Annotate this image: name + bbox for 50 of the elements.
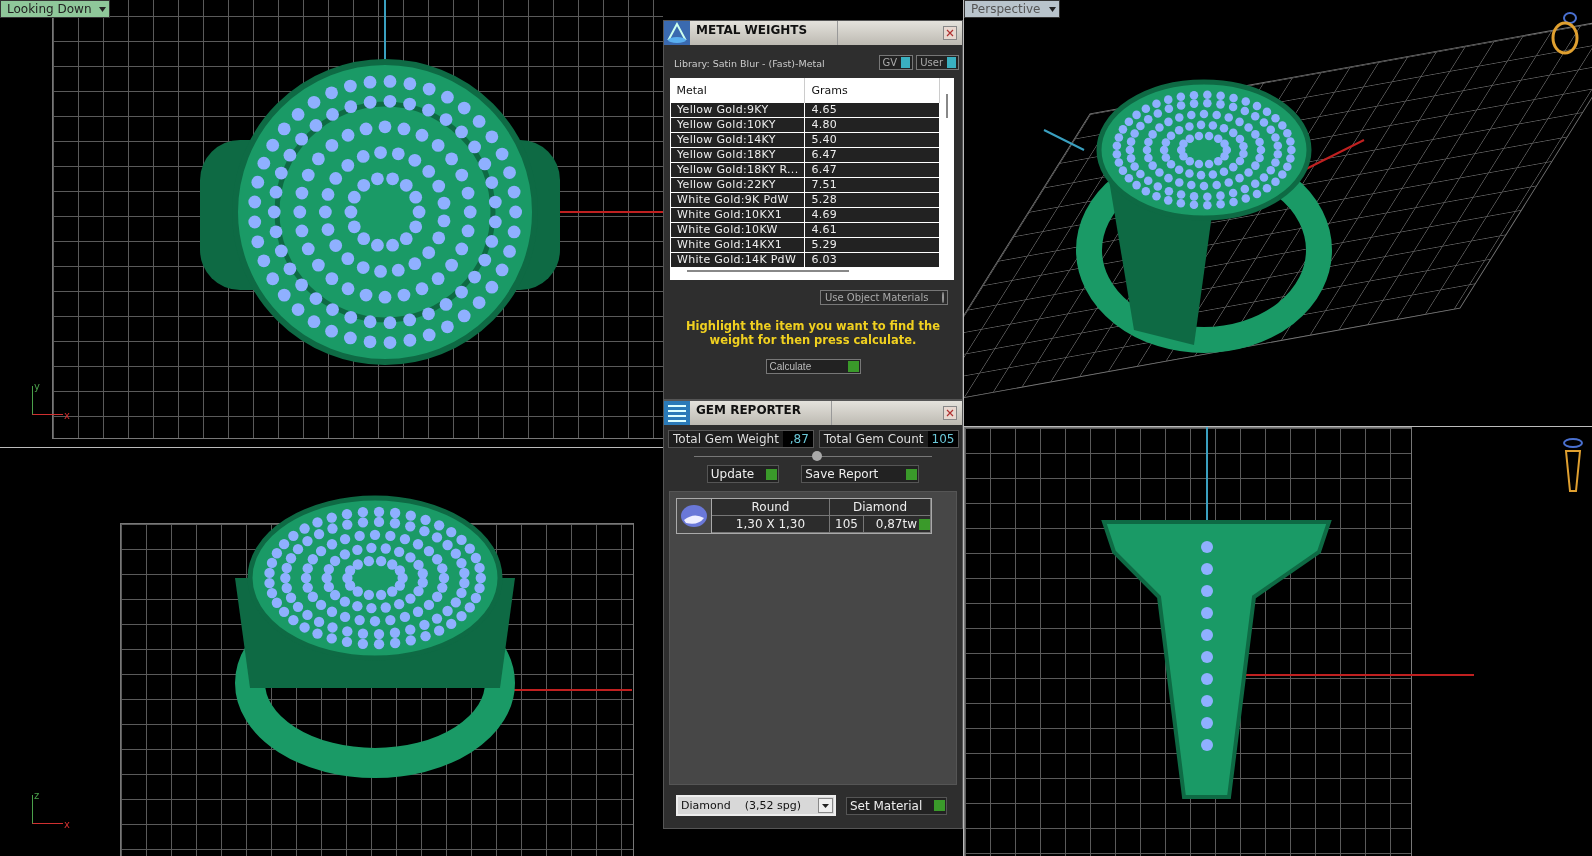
axis-label: y xyxy=(34,381,40,392)
field-label: Total Gem Weight xyxy=(672,431,780,447)
count-cell: 105 xyxy=(830,516,864,533)
weight-cell: 0,87tw xyxy=(875,517,917,531)
close-icon xyxy=(946,29,954,37)
total-weight-value: ,87 xyxy=(782,431,813,447)
set-material-button[interactable]: Set Material xyxy=(846,796,948,815)
close-button[interactable] xyxy=(943,26,957,40)
panel-title: GEM REPORTER xyxy=(690,401,832,425)
toggle-button[interactable]: User xyxy=(916,55,959,70)
play-icon xyxy=(766,468,778,480)
panel-title: METAL WEIGHTS xyxy=(690,21,839,45)
report-icon xyxy=(664,401,690,425)
update-button[interactable]: Update xyxy=(706,465,780,483)
save-report-button[interactable]: Save Report xyxy=(801,465,920,483)
play-icon xyxy=(934,800,946,811)
axis-label: x xyxy=(64,410,70,421)
axis-label: x xyxy=(64,819,70,830)
size-cell: 1,30 X 1,30 xyxy=(712,516,830,533)
play-icon xyxy=(906,468,918,480)
caret-icon xyxy=(818,798,833,813)
play-icon xyxy=(847,361,859,372)
scrollbar-thumb[interactable] xyxy=(687,270,849,272)
axis-indicator xyxy=(32,795,63,824)
material-cell: Diamond xyxy=(830,499,931,516)
caret-icon xyxy=(98,4,108,14)
metal-cell[interactable]: Yellow Gold:9KY xyxy=(670,102,805,118)
total-count-value: 105 xyxy=(927,431,959,447)
axis-indicator xyxy=(32,386,63,415)
ring-side-icon[interactable] xyxy=(1562,437,1584,495)
grams-cell[interactable]: 4.65 xyxy=(804,102,940,118)
field-label: Total Gem Count xyxy=(822,431,925,447)
instruction-text: Highlight the item you want to find the weight for then press calculate. xyxy=(685,318,941,347)
axis-line xyxy=(1043,129,1085,151)
scrollbar-thumb[interactable] xyxy=(946,94,948,118)
collapse-handle[interactable] xyxy=(812,451,822,461)
play-icon xyxy=(919,518,930,530)
gem-icon xyxy=(680,504,708,528)
view-dropdown[interactable]: Perspective xyxy=(964,0,1060,18)
shape-cell: Round xyxy=(712,499,830,516)
axis-label: z xyxy=(34,790,40,801)
toggle-button[interactable]: GV xyxy=(878,55,914,70)
calculate-button[interactable]: Calculate xyxy=(765,359,861,374)
close-button[interactable] xyxy=(943,406,957,420)
view-dropdown[interactable]: Looking Down xyxy=(0,0,111,18)
use-object-materials-toggle[interactable]: Use Object Materials xyxy=(820,290,948,305)
material-dropdown[interactable]: Diamond (3,52 spg) xyxy=(676,795,836,816)
library-label: Library: Satin Blur - (Fast)-Metal xyxy=(673,57,826,69)
close-icon xyxy=(946,409,954,417)
scale-icon xyxy=(664,21,690,45)
